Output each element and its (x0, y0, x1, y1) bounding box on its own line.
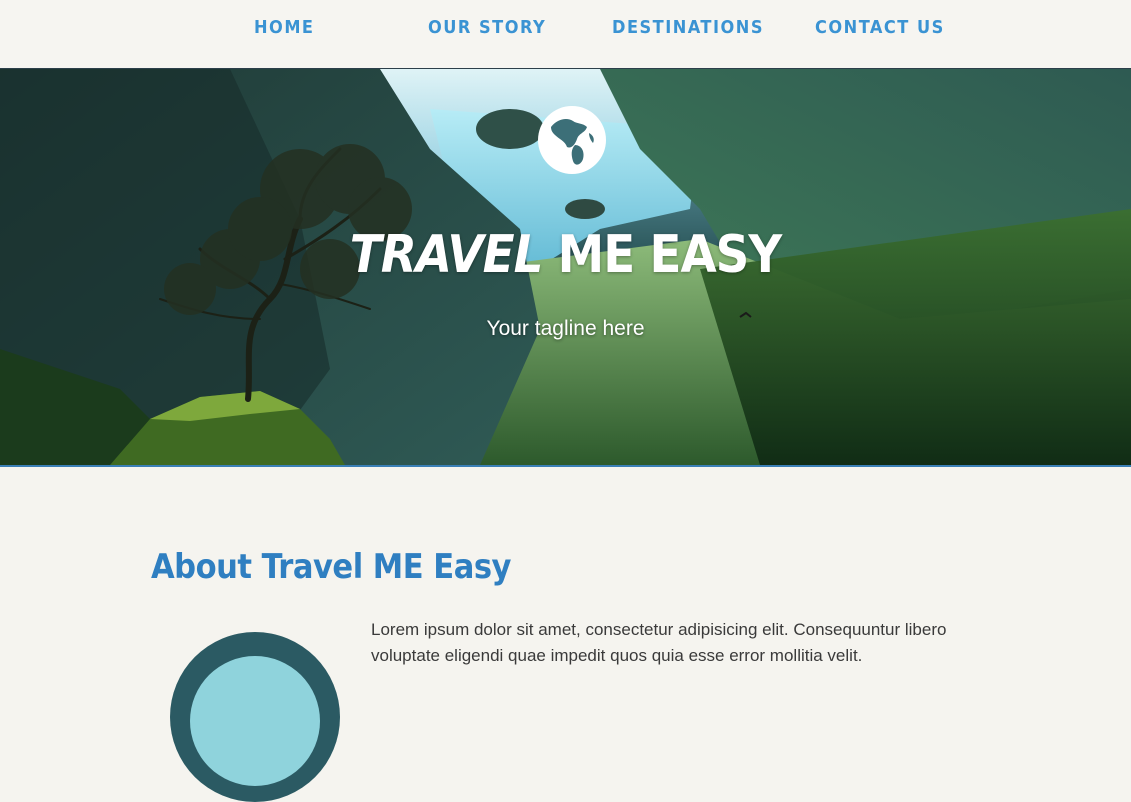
about-heading: About Travel ME Easy (151, 547, 511, 587)
nav-destinations-link[interactable]: DESTINATIONS (612, 17, 764, 39)
about-image (170, 632, 340, 802)
hero-title-rest: ME EASY (542, 225, 783, 285)
nav-home-link[interactable]: HOME (254, 17, 315, 39)
nav-our-story-link[interactable]: OUR STORY (428, 17, 546, 39)
top-navigation: HOME OUR STORY DESTINATIONS CONTACT US (0, 0, 1131, 69)
nav-contact-us-link[interactable]: CONTACT US (815, 17, 945, 39)
hero-title-accent: TRAVEL (349, 225, 544, 285)
hero-tagline: Your tagline here (486, 317, 645, 340)
hero-title: TRAVEL ME EASY (0, 221, 1131, 289)
globe-icon (538, 106, 606, 174)
about-paragraph: Lorem ipsum dolor sit amet, consectetur … (371, 620, 947, 665)
hero-banner: TRAVEL ME EASY Your tagline here (0, 69, 1131, 467)
